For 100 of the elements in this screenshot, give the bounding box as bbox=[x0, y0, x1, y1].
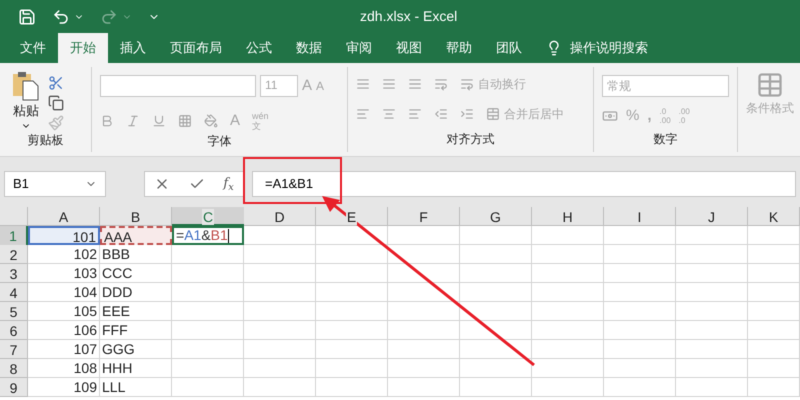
row-header[interactable]: 3 bbox=[0, 264, 28, 283]
table-cell bbox=[532, 378, 604, 397]
table-cell bbox=[244, 283, 316, 302]
column-header[interactable]: E bbox=[316, 207, 388, 226]
column-header[interactable]: B bbox=[100, 207, 172, 226]
table-cell bbox=[244, 245, 316, 264]
window-title: zdh.xlsx - Excel bbox=[360, 7, 458, 26]
row-header[interactable]: 6 bbox=[0, 321, 28, 340]
row-header[interactable]: 2 bbox=[0, 245, 28, 264]
column-header[interactable]: K bbox=[748, 207, 800, 226]
column-header[interactable]: A bbox=[28, 207, 100, 226]
table-cell bbox=[460, 340, 532, 359]
ribbon-tab[interactable]: 帮助 bbox=[434, 33, 484, 63]
ribbon-tab[interactable]: 文件 bbox=[8, 33, 58, 63]
table-cell bbox=[676, 226, 748, 245]
table-cell bbox=[388, 378, 460, 397]
table-cell bbox=[532, 245, 604, 264]
table-cell bbox=[748, 340, 800, 359]
ribbon-tab[interactable]: 公式 bbox=[234, 33, 284, 63]
table-cell: FFF bbox=[100, 321, 172, 340]
table-cell bbox=[316, 264, 388, 283]
table-cell bbox=[244, 340, 316, 359]
table-cell bbox=[676, 340, 748, 359]
table-cell bbox=[676, 264, 748, 283]
ribbon-tab[interactable]: 插入 bbox=[108, 33, 158, 63]
ribbon-tab[interactable]: 数据 bbox=[284, 33, 334, 63]
table-cell: 108 bbox=[28, 359, 100, 378]
column-header[interactable]: H bbox=[532, 207, 604, 226]
column-header[interactable]: F bbox=[388, 207, 460, 226]
table-cell bbox=[604, 321, 676, 340]
table-cell bbox=[388, 264, 460, 283]
insert-function-button[interactable]: f$_{x}$ bbox=[223, 174, 234, 194]
column-header[interactable]: I bbox=[604, 207, 676, 226]
table-cell: AAA bbox=[100, 226, 172, 245]
table-cell: GGG bbox=[100, 340, 172, 359]
table-cell bbox=[172, 245, 244, 264]
table-cell bbox=[388, 340, 460, 359]
ribbon-tab[interactable]: 审阅 bbox=[334, 33, 384, 63]
table-cell bbox=[172, 321, 244, 340]
table-cell bbox=[532, 321, 604, 340]
table-cell bbox=[604, 359, 676, 378]
row-header[interactable]: 4 bbox=[0, 283, 28, 302]
table-cell bbox=[244, 321, 316, 340]
table-cell bbox=[460, 359, 532, 378]
row-header[interactable]: 5 bbox=[0, 302, 28, 321]
table-cell bbox=[316, 340, 388, 359]
table-cell bbox=[604, 283, 676, 302]
table-cell bbox=[604, 264, 676, 283]
column-header[interactable]: C bbox=[172, 207, 244, 226]
select-all-corner[interactable] bbox=[0, 207, 28, 226]
table-cell bbox=[676, 378, 748, 397]
table-cell bbox=[172, 378, 244, 397]
column-header[interactable]: J bbox=[676, 207, 748, 226]
row-header[interactable]: 1 bbox=[0, 226, 28, 245]
table-cell: 101 bbox=[28, 226, 100, 245]
table-cell bbox=[460, 226, 532, 245]
table-cell bbox=[172, 283, 244, 302]
table-cell bbox=[604, 378, 676, 397]
table-cell bbox=[532, 226, 604, 245]
table-cell bbox=[244, 264, 316, 283]
ribbon-tab[interactable]: 视图 bbox=[384, 33, 434, 63]
table-cell bbox=[748, 245, 800, 264]
editing-cell[interactable]: =A1&B1 bbox=[172, 226, 244, 245]
row-header[interactable]: 8 bbox=[0, 359, 28, 378]
table-cell bbox=[460, 245, 532, 264]
table-cell bbox=[172, 340, 244, 359]
table-cell bbox=[748, 321, 800, 340]
undo-icon[interactable] bbox=[52, 8, 70, 26]
ribbon-tab[interactable]: 页面布局 bbox=[158, 33, 234, 63]
group-label: 字体 bbox=[206, 133, 232, 150]
table-cell: DDD bbox=[100, 283, 172, 302]
table-cell: 104 bbox=[28, 283, 100, 302]
table-cell bbox=[748, 264, 800, 283]
group-label: 对齐方式 bbox=[446, 131, 496, 148]
table-cell bbox=[388, 302, 460, 321]
group-label: 剪贴板 bbox=[26, 132, 64, 149]
ribbon-tab[interactable]: 开始 bbox=[58, 33, 108, 63]
table-cell bbox=[388, 359, 460, 378]
table-cell: HHH bbox=[100, 359, 172, 378]
table-cell bbox=[172, 264, 244, 283]
table-cell: LLL bbox=[100, 378, 172, 397]
table-cell bbox=[244, 302, 316, 321]
table-cell bbox=[604, 226, 676, 245]
name-box[interactable]: B1 bbox=[4, 171, 106, 197]
table-cell bbox=[388, 283, 460, 302]
row-header[interactable]: 9 bbox=[0, 378, 28, 397]
table-cell bbox=[460, 302, 532, 321]
formula-field[interactable]: =A1&B1 bbox=[252, 171, 796, 197]
search-hint[interactable]: 操作说明搜索 bbox=[570, 38, 648, 58]
column-header[interactable]: G bbox=[460, 207, 532, 226]
table-cell bbox=[244, 226, 316, 245]
table-cell bbox=[388, 321, 460, 340]
row-header[interactable]: 7 bbox=[0, 340, 28, 359]
table-cell bbox=[532, 340, 604, 359]
redo-icon[interactable] bbox=[100, 8, 118, 26]
table-cell: 109 bbox=[28, 378, 100, 397]
save-icon[interactable] bbox=[18, 8, 36, 26]
ribbon-tab[interactable]: 团队 bbox=[484, 33, 534, 63]
table-cell bbox=[532, 264, 604, 283]
column-header[interactable]: D bbox=[244, 207, 316, 226]
